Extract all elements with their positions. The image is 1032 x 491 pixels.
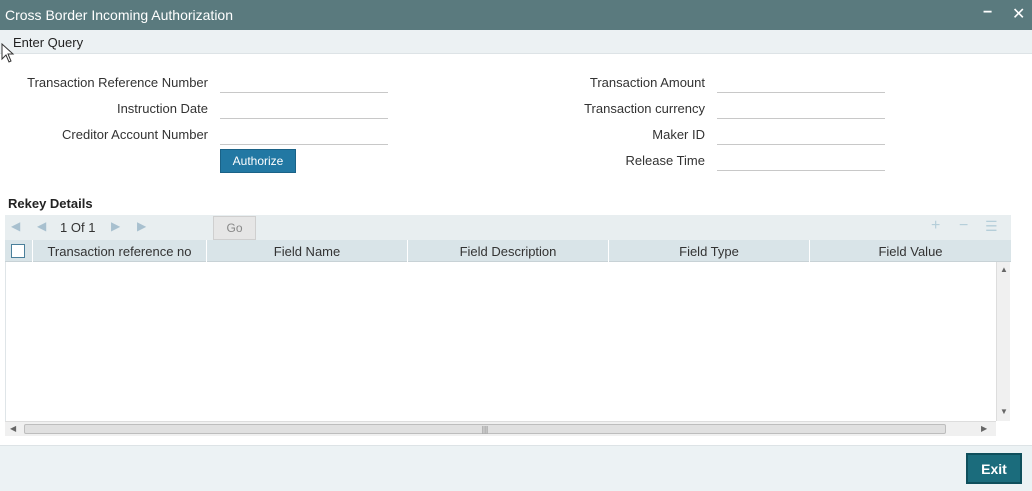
rekey-details-title: Rekey Details: [8, 196, 93, 211]
select-all-checkbox[interactable]: [11, 244, 25, 258]
current-page: 1: [60, 220, 68, 235]
transaction-currency-field[interactable]: [717, 97, 885, 119]
creditor-account-number-label: Creditor Account Number: [62, 127, 208, 142]
maker-id-field[interactable]: [717, 123, 885, 145]
last-page-icon[interactable]: ▶: [137, 219, 146, 233]
column-field-type[interactable]: Field Type: [609, 240, 810, 262]
horizontal-scroll-thumb[interactable]: |||: [24, 424, 946, 434]
column-field-description[interactable]: Field Description: [408, 240, 609, 262]
grid-body: [5, 262, 996, 421]
footer-bar: Exit: [0, 445, 1032, 491]
page-of-label: Of: [70, 220, 85, 235]
scroll-down-icon[interactable]: ▼: [1000, 407, 1008, 416]
transaction-reference-number-label: Transaction Reference Number: [27, 75, 208, 90]
scroll-right-icon[interactable]: ▶: [981, 424, 987, 433]
maker-id-label: Maker ID: [652, 127, 705, 142]
release-time-field[interactable]: [717, 149, 885, 171]
menu-toolbar: Enter Query: [0, 30, 1032, 54]
grid-toolbar: ◀ ◀ 1 Of 1 ▶ ▶ Go + − ☰: [5, 215, 1011, 240]
page-indicator: 1 Of 1: [60, 220, 95, 235]
vertical-scrollbar[interactable]: ▲ ▼: [996, 262, 1010, 421]
delete-row-icon[interactable]: −: [959, 217, 968, 235]
scroll-left-icon[interactable]: ◀: [10, 424, 16, 433]
creditor-account-number-field[interactable]: [220, 123, 388, 145]
mouse-cursor-icon: [1, 43, 15, 63]
select-all-column: [5, 240, 33, 262]
transaction-reference-number-field[interactable]: [220, 71, 388, 93]
exit-button[interactable]: Exit: [966, 453, 1022, 484]
minimize-icon[interactable]: −: [983, 4, 992, 22]
window-title: Cross Border Incoming Authorization: [5, 7, 233, 23]
go-button[interactable]: Go: [213, 216, 256, 240]
total-pages: 1: [88, 220, 96, 235]
transaction-amount-field[interactable]: [717, 71, 885, 93]
view-details-icon[interactable]: ☰: [985, 218, 998, 235]
transaction-currency-label: Transaction currency: [584, 101, 705, 116]
scroll-up-icon[interactable]: ▲: [1000, 265, 1008, 274]
add-row-icon[interactable]: +: [931, 217, 940, 235]
release-time-label: Release Time: [625, 153, 705, 168]
column-transaction-reference-no[interactable]: Transaction reference no: [33, 240, 207, 262]
instruction-date-field[interactable]: [220, 97, 388, 119]
title-bar: Cross Border Incoming Authorization − ✕: [0, 0, 1032, 30]
close-icon[interactable]: ✕: [1012, 4, 1025, 24]
first-page-icon[interactable]: ◀: [11, 219, 20, 233]
enter-query-button[interactable]: Enter Query: [13, 35, 83, 50]
column-field-name[interactable]: Field Name: [207, 240, 408, 262]
transaction-amount-label: Transaction Amount: [589, 75, 705, 90]
instruction-date-label: Instruction Date: [116, 101, 208, 116]
previous-page-icon[interactable]: ◀: [37, 219, 46, 233]
grid-header: Transaction reference no Field Name Fiel…: [5, 240, 1011, 262]
horizontal-scrollbar[interactable]: ◀ ||| ▶: [5, 421, 996, 436]
column-field-value[interactable]: Field Value: [810, 240, 1011, 262]
authorize-button[interactable]: Authorize: [220, 149, 296, 173]
next-page-icon[interactable]: ▶: [111, 219, 120, 233]
